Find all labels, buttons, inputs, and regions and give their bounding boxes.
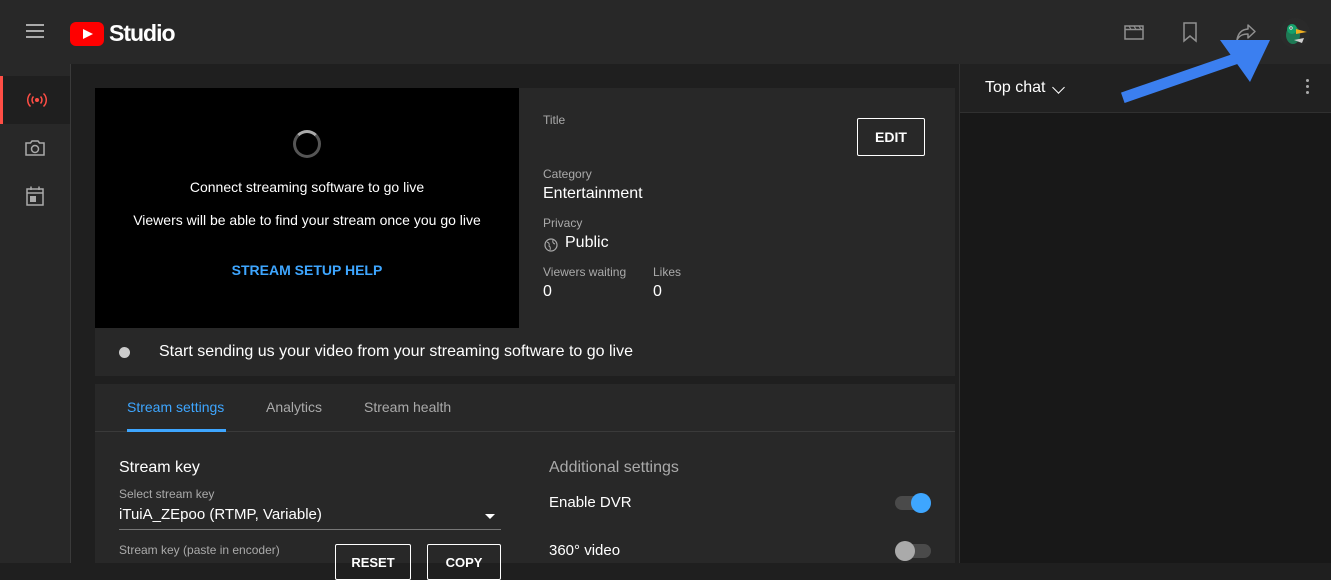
status-message: Start sending us your video from your st… <box>159 343 633 360</box>
stream-key-heading: Stream key <box>119 459 200 476</box>
sidebar-item-webcam[interactable] <box>0 124 70 172</box>
youtube-play-icon <box>70 21 104 46</box>
main-content: Connect streaming software to go live Vi… <box>71 64 959 580</box>
copy-button[interactable]: COPY <box>427 544 501 580</box>
logo-text: Studio <box>109 20 176 46</box>
stream-key-select-value: iTuiA_ZEpoo (RTMP, Variable) <box>119 506 322 523</box>
status-dot-icon <box>119 347 130 358</box>
reset-button[interactable]: RESET <box>335 544 411 580</box>
enable-dvr-toggle[interactable] <box>895 493 931 513</box>
sidebar-item-manage[interactable] <box>0 172 70 220</box>
tab-analytics[interactable]: Analytics <box>266 399 322 415</box>
toggle-knob <box>911 493 931 513</box>
category-value: Entertainment <box>543 185 643 202</box>
live-broadcast-icon <box>26 92 47 108</box>
additional-settings-heading: Additional settings <box>549 459 679 476</box>
tab-stream-health[interactable]: Stream health <box>364 399 451 415</box>
preview-message: Connect streaming software to go live <box>189 179 425 195</box>
share-icon[interactable] <box>1234 20 1258 44</box>
left-sidebar <box>0 64 71 563</box>
stream-settings-panel: Stream settings Analytics Stream health … <box>95 384 955 580</box>
viewers-waiting-label: Viewers waiting <box>543 265 627 279</box>
dropdown-arrow-icon <box>485 514 495 519</box>
tab-stream-settings[interactable]: Stream settings <box>127 399 224 415</box>
privacy-value: Public <box>565 234 609 251</box>
more-options-icon[interactable] <box>1306 79 1310 97</box>
likes-value: 0 <box>653 283 662 300</box>
hamburger-menu-icon[interactable] <box>26 24 44 38</box>
category-label: Category <box>543 167 592 181</box>
calendar-icon <box>26 186 44 206</box>
enable-dvr-label: Enable DVR <box>549 494 632 511</box>
sidebar-item-stream[interactable] <box>0 76 70 124</box>
stream-setup-help-link[interactable]: STREAM SETUP HELP <box>95 262 519 278</box>
settings-tabs: Stream settings Analytics Stream health <box>95 384 955 432</box>
globe-icon <box>544 238 558 252</box>
stream-key-select[interactable]: iTuiA_ZEpoo (RTMP, Variable) <box>119 506 501 530</box>
360-video-label: 360° video <box>549 542 621 559</box>
bookmark-icon[interactable] <box>1178 20 1202 44</box>
stream-preview: Connect streaming software to go live Vi… <box>95 88 519 328</box>
live-chat-panel: Top chat <box>959 64 1331 563</box>
avatar[interactable] <box>1280 18 1310 48</box>
stream-details: Title EDIT Category Entertainment Privac… <box>519 88 955 328</box>
clapperboard-icon[interactable] <box>1122 20 1146 44</box>
select-stream-key-label: Select stream key <box>119 487 215 501</box>
duck-avatar-icon <box>1286 24 1307 44</box>
likes-label: Likes <box>653 265 682 279</box>
edit-button[interactable]: EDIT <box>857 118 925 156</box>
camera-icon <box>25 140 45 156</box>
chevron-down-icon <box>1052 81 1065 94</box>
viewers-waiting-value: 0 <box>543 283 552 300</box>
active-tab-indicator <box>127 429 226 432</box>
privacy-label: Privacy <box>543 216 583 230</box>
360-video-toggle[interactable] <box>895 541 931 561</box>
stream-status-bar: Start sending us your video from your st… <box>95 328 955 376</box>
title-label: Title <box>543 113 566 127</box>
loading-spinner-icon <box>293 130 321 158</box>
studio-logo[interactable]: Studio <box>70 20 176 47</box>
chat-header: Top chat <box>960 64 1331 113</box>
top-bar: Studio <box>0 0 1331 64</box>
preview-submessage: Viewers will be able to find your stream… <box>133 212 481 228</box>
chat-mode-dropdown[interactable]: Top chat <box>985 79 1045 97</box>
toggle-knob <box>895 541 915 561</box>
stream-key-paste-label: Stream key (paste in encoder) <box>119 543 280 557</box>
